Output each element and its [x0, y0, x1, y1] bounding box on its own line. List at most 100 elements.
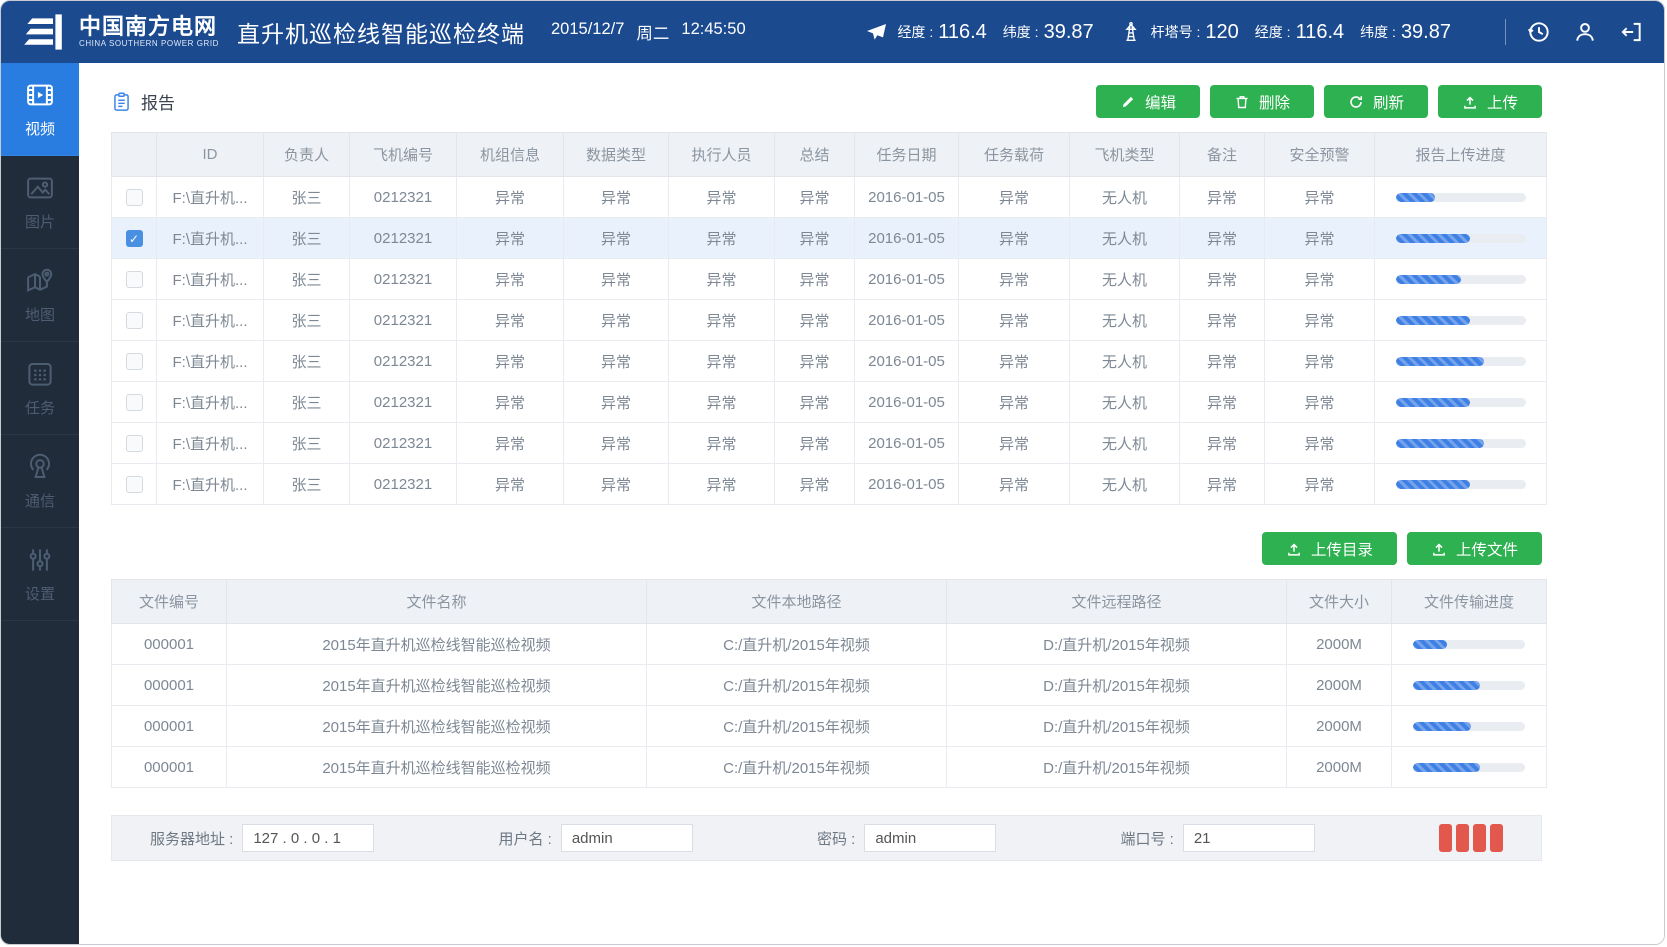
column-header: 任务载荷: [959, 133, 1070, 177]
username-input[interactable]: [561, 824, 693, 852]
lat-value: 39.87: [1044, 21, 1094, 44]
aircraft-icon: [864, 20, 888, 44]
table-cell: 2000M: [1287, 624, 1392, 665]
table-row[interactable]: 0000012015年直升机巡检线智能巡检视频C:/直升机/2015年视频D:/…: [112, 747, 1547, 788]
sidebar-item-video[interactable]: 视频: [1, 63, 79, 156]
table-cell: 异常: [775, 464, 855, 505]
date-text: 2015/12/7: [551, 20, 624, 44]
server-address-input[interactable]: [242, 824, 374, 852]
table-cell: 异常: [1265, 382, 1375, 423]
password-input[interactable]: [864, 824, 996, 852]
tower-position: 杆塔号 : 120 经度 : 116.4 纬度 : 39.87: [1120, 20, 1451, 44]
sidebar-item-label: 通信: [25, 490, 55, 511]
table-row[interactable]: F:\直升机...张三0212321异常异常异常异常2016-01-05异常无人…: [112, 464, 1547, 505]
table-cell: 异常: [1265, 341, 1375, 382]
csg-logo: 中国南方电网 CHINA SOUTHERN POWER GRID: [21, 12, 219, 52]
server-settings-bar: 服务器地址 : 用户名 : 密码 : 端口号 :: [111, 815, 1542, 861]
table-row[interactable]: F:\直升机...张三0212321异常异常异常异常2016-01-05异常无人…: [112, 300, 1547, 341]
signal-bar: [1490, 824, 1503, 852]
sidebar-item-comm[interactable]: 通信: [1, 435, 79, 528]
progress-bar: [1396, 193, 1526, 202]
table-cell: 异常: [564, 259, 669, 300]
table-cell: 异常: [775, 341, 855, 382]
upload-button[interactable]: 上传: [1438, 85, 1542, 118]
server-address-label: 服务器地址 :: [150, 828, 233, 849]
row-checkbox[interactable]: [126, 394, 143, 411]
sidebar-item-task[interactable]: 任务: [1, 342, 79, 435]
connection-status-indicator: [1439, 824, 1503, 852]
table-row[interactable]: 0000012015年直升机巡检线智能巡检视频C:/直升机/2015年视频D:/…: [112, 665, 1547, 706]
edit-button[interactable]: 编辑: [1096, 85, 1200, 118]
row-checkbox[interactable]: [126, 435, 143, 452]
sidebar-item-map[interactable]: 地图: [1, 249, 79, 342]
table-cell: 异常: [457, 300, 564, 341]
table-cell: 异常: [775, 259, 855, 300]
row-checkbox[interactable]: [126, 189, 143, 206]
table-row[interactable]: F:\直升机...张三0212321异常异常异常异常2016-01-05异常无人…: [112, 218, 1547, 259]
column-header: 数据类型: [564, 133, 669, 177]
history-icon[interactable]: [1526, 19, 1552, 45]
table-cell: 000001: [112, 747, 227, 788]
report-table-body: F:\直升机...张三0212321异常异常异常异常2016-01-05异常无人…: [112, 177, 1547, 505]
table-row[interactable]: F:\直升机...张三0212321异常异常异常异常2016-01-05异常无人…: [112, 423, 1547, 464]
table-cell: 0212321: [350, 218, 457, 259]
table-cell: 2015年直升机巡检线智能巡检视频: [227, 747, 647, 788]
logout-icon[interactable]: [1618, 19, 1644, 45]
table-cell: 异常: [669, 177, 775, 218]
row-checkbox[interactable]: [126, 353, 143, 370]
row-checkbox[interactable]: [126, 271, 143, 288]
table-row[interactable]: F:\直升机...张三0212321异常异常异常异常2016-01-05异常无人…: [112, 382, 1547, 423]
port-input[interactable]: [1183, 824, 1315, 852]
column-header: 总结: [775, 133, 855, 177]
video-icon: [25, 80, 55, 110]
signal-bar: [1473, 824, 1486, 852]
row-checkbox[interactable]: [126, 476, 143, 493]
checkbox-cell: [112, 259, 157, 300]
table-row[interactable]: 0000012015年直升机巡检线智能巡检视频C:/直升机/2015年视频D:/…: [112, 706, 1547, 747]
checkbox-cell: [112, 341, 157, 382]
row-checkbox[interactable]: [126, 312, 143, 329]
brand-subtitle: CHINA SOUTHERN POWER GRID: [79, 40, 219, 48]
table-cell: 异常: [669, 382, 775, 423]
table-cell: 张三: [264, 382, 350, 423]
progress-bar: [1396, 357, 1526, 366]
table-cell: 异常: [959, 300, 1070, 341]
signal-bar: [1439, 824, 1452, 852]
table-row[interactable]: F:\直升机...张三0212321异常异常异常异常2016-01-05异常无人…: [112, 177, 1547, 218]
table-cell: 异常: [457, 259, 564, 300]
upload-directory-button[interactable]: 上传目录: [1262, 532, 1397, 565]
table-cell: C:/直升机/2015年视频: [647, 624, 947, 665]
table-cell: 异常: [564, 341, 669, 382]
table-cell: 000001: [112, 665, 227, 706]
sidebar-item-image[interactable]: 图片: [1, 156, 79, 249]
table-row[interactable]: F:\直升机...张三0212321异常异常异常异常2016-01-05异常无人…: [112, 341, 1547, 382]
table-cell: 异常: [959, 341, 1070, 382]
progress-cell: [1375, 464, 1547, 505]
table-cell: 张三: [264, 259, 350, 300]
progress-cell: [1375, 300, 1547, 341]
table-cell: 异常: [457, 464, 564, 505]
delete-button[interactable]: 删除: [1210, 85, 1314, 118]
comm-icon: [25, 452, 55, 482]
table-cell: D:/直升机/2015年视频: [947, 624, 1287, 665]
progress-bar: [1413, 722, 1525, 731]
table-cell: 异常: [1180, 218, 1265, 259]
table-cell: 2016-01-05: [855, 341, 959, 382]
row-checkbox[interactable]: [126, 230, 143, 247]
upload-file-button[interactable]: 上传文件: [1407, 532, 1542, 565]
column-header: 文件大小: [1287, 580, 1392, 624]
refresh-button[interactable]: 刷新: [1324, 85, 1428, 118]
table-cell: 0212321: [350, 259, 457, 300]
sidebar-item-label: 地图: [25, 304, 55, 325]
table-cell: 2016-01-05: [855, 177, 959, 218]
table-cell: 异常: [457, 382, 564, 423]
table-row[interactable]: F:\直升机...张三0212321异常异常异常异常2016-01-05异常无人…: [112, 259, 1547, 300]
checkbox-cell: [112, 177, 157, 218]
table-row[interactable]: 0000012015年直升机巡检线智能巡检视频C:/直升机/2015年视频D:/…: [112, 624, 1547, 665]
table-cell: F:\直升机...: [157, 423, 264, 464]
sidebar-item-settings[interactable]: 设置: [1, 528, 79, 621]
column-header: 文件编号: [112, 580, 227, 624]
upload-icon: [1462, 94, 1478, 110]
user-icon[interactable]: [1572, 19, 1598, 45]
progress-cell: [1392, 706, 1547, 747]
